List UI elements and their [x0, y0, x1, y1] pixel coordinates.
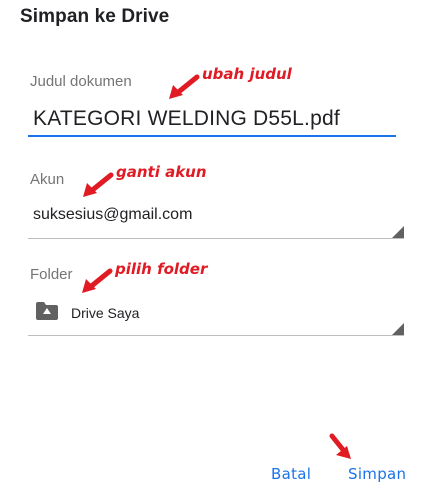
document-title-input[interactable]: KATEGORI WELDING D55L.pdf	[33, 107, 340, 131]
dialog-title: Simpan ke Drive	[20, 6, 170, 27]
folder-label: Folder	[30, 266, 73, 283]
annotation-rename: ubah judul	[202, 65, 292, 83]
document-title-label: Judul dokumen	[30, 73, 132, 90]
save-button[interactable]: Simpan	[348, 465, 406, 483]
annotation-arrow-icon	[83, 172, 114, 197]
cancel-button[interactable]: Batal	[271, 465, 311, 483]
folder-select[interactable]: Drive Saya	[71, 305, 139, 321]
annotation-arrow-icon	[169, 74, 200, 99]
annotation-arrow-icon	[329, 433, 351, 459]
account-select[interactable]: suksesius@gmail.com	[33, 206, 192, 224]
document-title-underline	[28, 135, 396, 137]
account-label: Akun	[30, 171, 65, 188]
dropdown-triangle-icon	[392, 323, 404, 335]
dropdown-triangle-icon	[392, 226, 404, 238]
annotation-arrow-icon	[82, 268, 113, 293]
annotation-change-account: ganti akun	[116, 163, 207, 181]
drive-folder-icon	[36, 302, 58, 320]
account-underline	[28, 238, 404, 239]
folder-underline	[28, 335, 404, 336]
annotation-choose-folder: pilih folder	[115, 260, 208, 278]
